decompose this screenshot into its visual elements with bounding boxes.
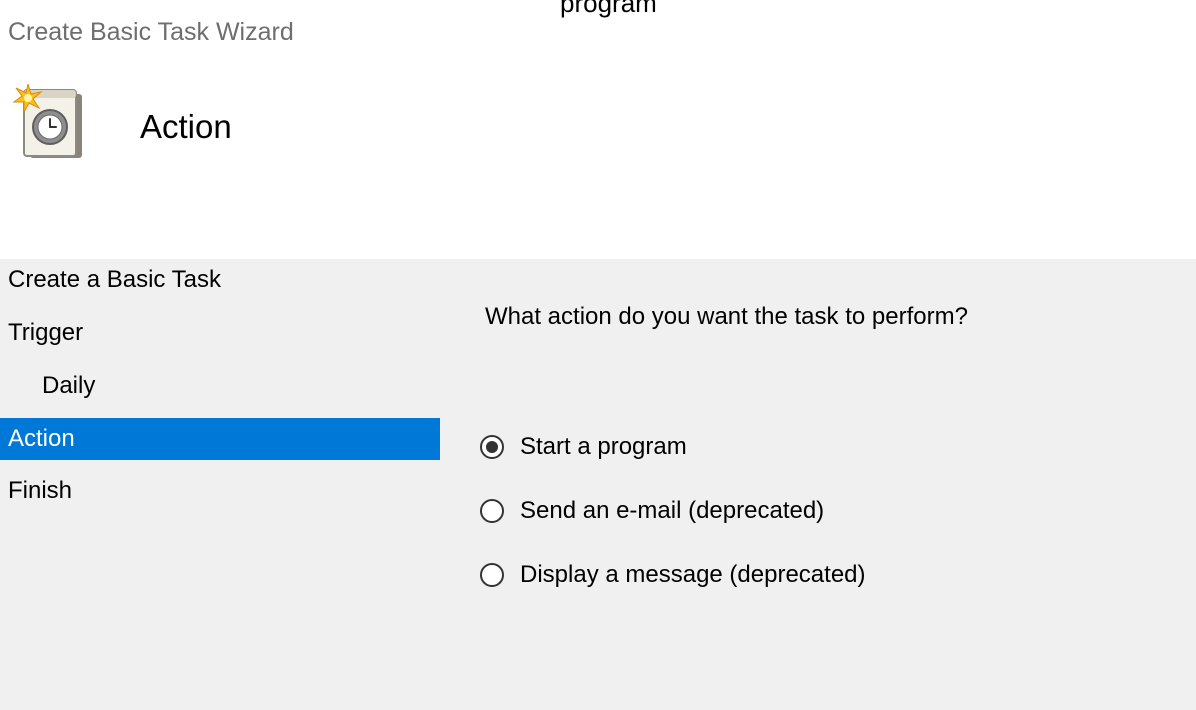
nav-item-create-basic-task[interactable]: Create a Basic Task (0, 259, 440, 301)
option-label-display-message: Display a message (deprecated) (520, 561, 866, 588)
radio-send-email[interactable] (480, 499, 504, 523)
option-label-start-program: Start a program (520, 433, 687, 460)
option-label-send-email: Send an e-mail (deprecated) (520, 497, 825, 524)
partial-top-text: program (560, 0, 657, 18)
option-start-program[interactable]: Start a program (480, 427, 687, 467)
page-title: Action (140, 108, 232, 145)
radio-display-message[interactable] (480, 563, 504, 587)
nav-item-daily[interactable]: Daily (0, 365, 440, 407)
task-scheduler-clock-icon (10, 82, 88, 164)
window-title: Create Basic Task Wizard (8, 18, 294, 46)
option-send-email[interactable]: Send an e-mail (deprecated) (480, 491, 824, 531)
nav-item-finish[interactable]: Finish (0, 470, 440, 512)
radio-start-program[interactable] (480, 435, 504, 459)
action-question: What action do you want the task to perf… (485, 303, 968, 330)
nav-item-trigger[interactable]: Trigger (0, 312, 440, 354)
nav-item-action[interactable]: Action (0, 418, 440, 460)
wizard-panel: Create a Basic Task Trigger Daily Action… (0, 259, 1196, 710)
option-display-message[interactable]: Display a message (deprecated) (480, 555, 866, 595)
